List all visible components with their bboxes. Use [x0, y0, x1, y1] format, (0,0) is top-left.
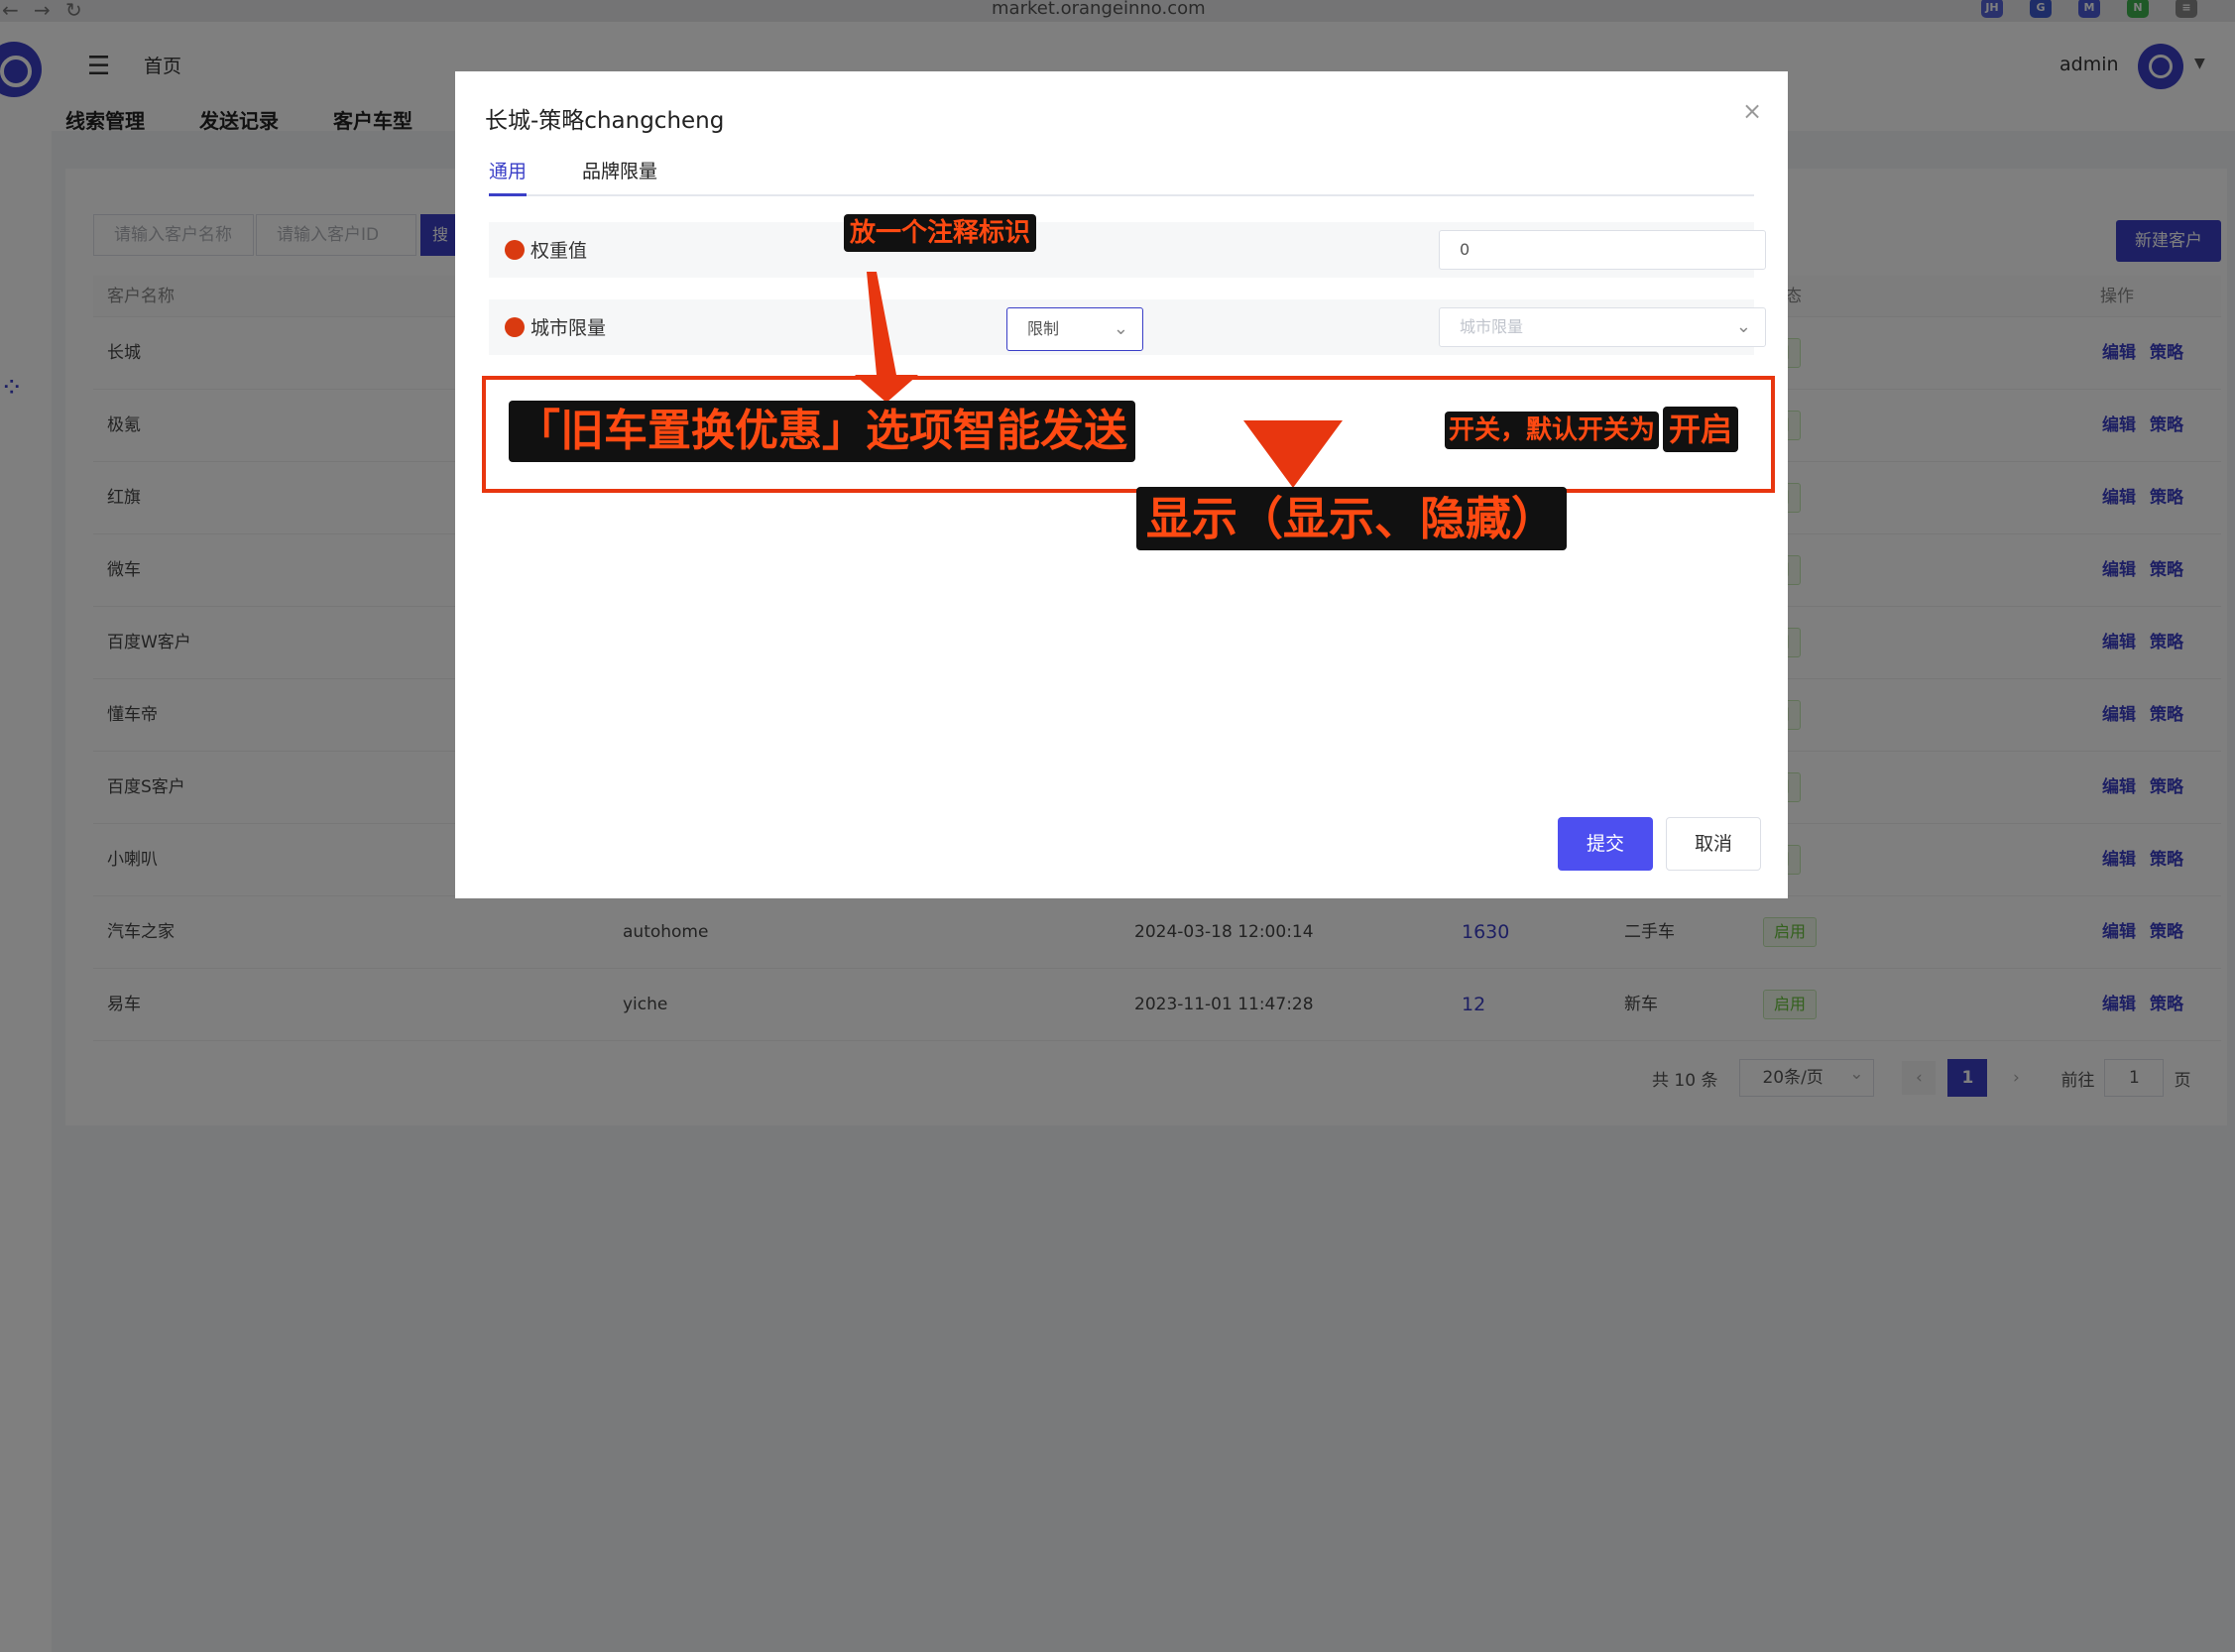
city-limit-select[interactable]: 城市限量 ⌄	[1439, 307, 1766, 347]
city-limit-row: 城市限量 限制 ⌄ 城市限量 ⌄	[489, 299, 1766, 355]
annotation-note-marker: 放一个注释标识	[844, 214, 1037, 252]
weight-input[interactable]: 0	[1439, 230, 1766, 270]
tab-brand-limit[interactable]: 品牌限量	[582, 157, 657, 183]
annotation-switch-note: 开关，默认开关为	[1445, 412, 1660, 449]
chevron-down-icon: ⌄	[1113, 318, 1128, 339]
city-limit-mode-value: 限制	[1027, 319, 1060, 338]
tab-general[interactable]: 通用	[489, 157, 528, 196]
annotation-option-label: 「旧车置换优惠」选项智能发送	[509, 401, 1135, 462]
annotation-display-note: 显示（显示、隐藏）	[1136, 487, 1567, 550]
annotation-switch-value: 开启	[1663, 407, 1739, 452]
city-limit-mode-select[interactable]: 限制 ⌄	[1006, 307, 1143, 351]
dialog-title: 长城-策略changcheng	[485, 108, 725, 134]
cancel-button[interactable]: 取消	[1666, 817, 1761, 871]
required-dot-icon	[505, 317, 525, 337]
city-limit-label: 城市限量	[530, 317, 607, 339]
weight-label: 权重值	[530, 240, 588, 262]
dialog-tabs: 通用 品牌限量	[489, 157, 1754, 196]
chevron-down-icon: ⌄	[1735, 316, 1751, 337]
city-limit-placeholder: 城市限量	[1460, 317, 1524, 336]
required-dot-icon	[505, 240, 525, 260]
weight-row: 权重值 0	[489, 222, 1766, 278]
close-icon[interactable]: ×	[1742, 97, 1762, 125]
page: ← → ↻ market.orangeinno.com JH G M N ≡ ☰…	[0, 0, 2235, 1652]
submit-button[interactable]: 提交	[1558, 817, 1653, 871]
